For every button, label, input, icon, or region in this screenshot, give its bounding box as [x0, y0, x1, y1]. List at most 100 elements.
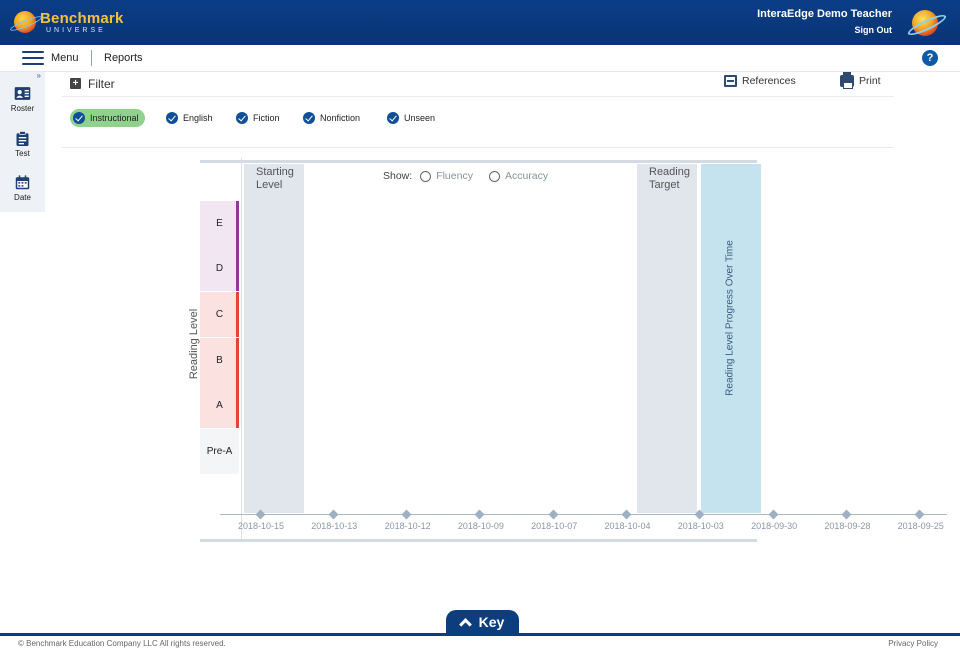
- level-label: B: [216, 355, 223, 366]
- chip-fiction[interactable]: Fiction: [233, 109, 286, 127]
- x-axis-date-label: 2018-10-15: [237, 521, 285, 531]
- references-label: References: [742, 75, 796, 87]
- chip-nonfiction[interactable]: Nonfiction: [300, 109, 366, 127]
- menu-bar: Menu Reports ?: [0, 45, 960, 72]
- clipboard-icon: [16, 131, 29, 146]
- divider: [62, 147, 894, 148]
- x-axis-tick: [621, 509, 632, 520]
- level-label: C: [215, 309, 224, 320]
- y-axis-title: Reading Level: [188, 308, 200, 380]
- sidebar-item-label: Date: [14, 193, 31, 202]
- x-axis-tick: [401, 509, 412, 520]
- checkmark-icon: [303, 112, 315, 124]
- level-label: D: [215, 263, 224, 274]
- user-avatar[interactable]: [912, 10, 938, 36]
- reading-target-label-1: Reading: [649, 166, 690, 178]
- references-icon: [724, 75, 737, 87]
- user-block: InteraEdge Demo Teacher Sign Out: [757, 8, 892, 35]
- privacy-policy-link[interactable]: Privacy Policy: [888, 639, 938, 648]
- chevron-up-icon: [458, 617, 472, 631]
- x-axis-tick: [474, 509, 485, 520]
- brand-name: Benchmark: [40, 9, 124, 27]
- level-row-c: C: [200, 292, 239, 337]
- fluency-label[interactable]: Fluency: [436, 170, 473, 182]
- checkmark-icon: [387, 112, 399, 124]
- x-axis-date-label: 2018-10-12: [384, 521, 431, 531]
- chip-label: Unseen: [404, 113, 436, 123]
- level-label: A: [216, 400, 223, 411]
- checkmark-icon: [236, 112, 248, 124]
- level-row-d: D: [200, 246, 239, 291]
- level-label: Pre-A: [206, 446, 233, 457]
- reading-level-chart: Reading Level E D C B A Pre-A Starting L…: [180, 158, 960, 548]
- expand-filter-icon[interactable]: +: [70, 78, 81, 89]
- x-axis-date-label: 2018-10-03: [677, 521, 724, 531]
- x-axis-date-label: 2018-09-25: [897, 521, 944, 531]
- chart-bottom-scrollbar[interactable]: [200, 539, 757, 542]
- x-axis-tick: [548, 509, 559, 520]
- left-sidebar: » Roster Test Date: [0, 71, 45, 212]
- accuracy-radio[interactable]: [488, 170, 500, 182]
- chart-top-scrollbar[interactable]: [200, 160, 757, 163]
- show-options: Show: Fluency Accuracy: [383, 170, 564, 182]
- sidebar-item-label: Test: [15, 149, 30, 158]
- calendar-icon: [15, 175, 30, 190]
- benchmark-logo[interactable]: Benchmark UNIVERSE: [14, 8, 124, 36]
- show-label: Show:: [383, 170, 413, 182]
- references-button[interactable]: References: [724, 75, 796, 87]
- checkmark-icon: [166, 112, 178, 124]
- sidebar-item-roster[interactable]: Roster: [0, 86, 45, 113]
- chip-label: Fiction: [253, 113, 280, 123]
- hamburger-menu-icon[interactable]: [22, 51, 44, 67]
- chip-label: English: [183, 113, 213, 123]
- roster-icon: [14, 87, 31, 100]
- filter-button[interactable]: Filter: [88, 77, 115, 91]
- brand-subtitle: UNIVERSE: [46, 26, 106, 34]
- level-row-a: A: [200, 383, 239, 428]
- filter-toolbar: + Filter References Print: [62, 72, 894, 97]
- sidebar-item-date[interactable]: Date: [0, 175, 45, 202]
- x-axis-date-label: 2018-09-30: [751, 521, 798, 531]
- chip-unseen[interactable]: Unseen: [384, 109, 441, 127]
- menu-button[interactable]: Menu: [51, 52, 79, 64]
- sidebar-item-test[interactable]: Test: [0, 131, 45, 158]
- print-button[interactable]: Print: [840, 72, 881, 89]
- reading-target-label-2: Target: [649, 179, 680, 191]
- x-axis-tick: [914, 509, 925, 520]
- starting-level-band: Starting Level: [244, 164, 304, 513]
- accuracy-label[interactable]: Accuracy: [505, 170, 548, 182]
- fluency-radio[interactable]: [420, 170, 432, 182]
- chip-english[interactable]: English: [163, 109, 219, 127]
- breadcrumb-reports[interactable]: Reports: [104, 52, 143, 64]
- level-row-pre-a: Pre-A: [200, 429, 239, 474]
- x-axis-date-label: 2018-10-04: [604, 521, 651, 531]
- progress-title: Reading Level Progress Over Time: [724, 240, 736, 396]
- x-axis-date-label: 2018-10-07: [531, 521, 578, 531]
- copyright-text: © Benchmark Education Company LLC All ri…: [18, 639, 226, 648]
- chip-label: Instructional: [90, 113, 139, 123]
- level-row-b: B: [200, 338, 239, 383]
- level-label: E: [216, 218, 223, 229]
- printer-icon: [840, 72, 854, 89]
- footer: © Benchmark Education Company LLC All ri…: [0, 636, 960, 651]
- checkmark-icon: [73, 112, 85, 124]
- starting-level-label-1: Starting: [256, 166, 294, 178]
- top-header: Benchmark UNIVERSE InteraEdge Demo Teach…: [0, 0, 960, 45]
- planet-logo-icon: [14, 11, 36, 33]
- x-axis-tick: [328, 509, 339, 520]
- level-row-e: E: [200, 201, 239, 246]
- chip-label: Nonfiction: [320, 113, 361, 123]
- menu-divider: [91, 50, 92, 66]
- print-label: Print: [859, 75, 881, 87]
- x-axis-tick: [768, 509, 779, 520]
- x-axis-date-label: 2018-10-13: [311, 521, 358, 531]
- x-axis-date-label: 2018-10-09: [457, 521, 504, 531]
- key-toggle-button[interactable]: Key: [446, 610, 519, 634]
- sign-out-link[interactable]: Sign Out: [757, 25, 893, 35]
- help-icon[interactable]: ?: [922, 50, 938, 66]
- sidebar-item-label: Roster: [10, 104, 35, 113]
- app-root: Benchmark UNIVERSE InteraEdge Demo Teach…: [0, 0, 960, 651]
- chip-instructional[interactable]: Instructional: [70, 109, 145, 127]
- user-name: InteraEdge Demo Teacher: [757, 8, 892, 20]
- sidebar-expand-icon[interactable]: »: [37, 71, 41, 80]
